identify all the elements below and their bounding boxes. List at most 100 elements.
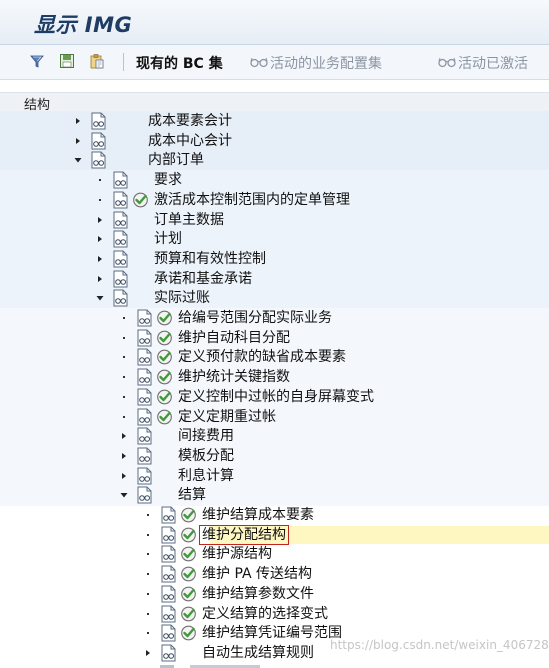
documentation-icon[interactable]: [160, 624, 177, 642]
tree-node[interactable]: 定义预付款的缺省成本要素: [0, 347, 549, 367]
execute-icon[interactable]: [156, 349, 173, 365]
filter-icon[interactable]: [29, 53, 45, 69]
documentation-icon[interactable]: [160, 605, 177, 623]
tree-node[interactable]: 激活成本控制范围内的定单管理: [0, 190, 549, 210]
leaf-bullet-icon: [147, 592, 149, 595]
documentation-icon[interactable]: [112, 270, 129, 288]
documentation-icon[interactable]: [136, 329, 153, 347]
execute-icon[interactable]: [180, 625, 197, 641]
tree-node[interactable]: 实际过账: [0, 288, 549, 308]
tree-node[interactable]: 内部订单: [0, 150, 549, 170]
documentation-icon[interactable]: [136, 348, 153, 366]
tree-node[interactable]: 维护结算参数文件: [0, 584, 549, 604]
expand-arrow-icon[interactable]: [96, 275, 104, 283]
activated-button[interactable]: 活动已激活: [458, 53, 528, 73]
documentation-icon[interactable]: [90, 132, 107, 150]
documentation-icon[interactable]: [136, 309, 153, 327]
tree-node[interactable]: 维护结算成本要素: [0, 505, 549, 525]
tree-node[interactable]: 定义定期重过帐: [0, 407, 549, 427]
documentation-icon[interactable]: [136, 486, 153, 504]
tree-node[interactable]: 承诺和基金承诺: [0, 269, 549, 289]
expand-arrow-icon[interactable]: [74, 117, 82, 125]
toolbar: 现有的 BC 集 活动的业务配置集 活动已激活: [0, 45, 549, 80]
execute-icon[interactable]: [156, 330, 173, 346]
documentation-icon[interactable]: [160, 585, 177, 603]
tree-node-label: 计划: [154, 231, 182, 248]
leaf-bullet-icon: [147, 573, 149, 576]
documentation-icon[interactable]: [160, 506, 177, 524]
tree-node[interactable]: 维护分配结构: [0, 524, 549, 545]
tree-node[interactable]: 维护自动科目分配: [0, 328, 549, 348]
execute-icon[interactable]: [180, 546, 197, 562]
leaf-bullet-icon: [147, 632, 149, 635]
toolbar-separator: [123, 53, 124, 71]
expand-arrow-icon[interactable]: [96, 255, 104, 263]
documentation-icon[interactable]: [112, 289, 129, 307]
tree-node[interactable]: 定义结算的选择变式: [0, 604, 549, 624]
tree-node[interactable]: 维护 PA 传送结构: [0, 564, 549, 584]
active-bc-sets-button[interactable]: 活动的业务配置集: [270, 53, 382, 73]
documentation-icon[interactable]: [160, 545, 177, 563]
execute-icon[interactable]: [156, 310, 173, 326]
leaf-bullet-icon: [123, 336, 125, 339]
execute-icon[interactable]: [180, 586, 197, 602]
execute-icon[interactable]: [180, 507, 197, 523]
execute-icon[interactable]: [180, 566, 197, 582]
documentation-icon[interactable]: [160, 565, 177, 583]
expand-arrow-icon[interactable]: [96, 216, 104, 224]
tree-node[interactable]: 维护源结构: [0, 544, 549, 564]
tree-node[interactable]: 成本要素会计: [0, 111, 549, 131]
tree-node-label: 订单主数据: [154, 211, 224, 228]
documentation-icon[interactable]: [136, 447, 153, 465]
tree-node[interactable]: 预算和有效性控制: [0, 249, 549, 269]
tree-node[interactable]: 要求: [0, 170, 549, 190]
execute-icon[interactable]: [156, 389, 173, 405]
tree-node[interactable]: 结算: [0, 485, 549, 505]
documentation-icon[interactable]: [112, 191, 129, 209]
leaf-bullet-icon: [147, 553, 149, 556]
tree-node[interactable]: 成本中心会计: [0, 131, 549, 151]
expand-arrow-icon[interactable]: [144, 649, 152, 657]
documentation-icon[interactable]: [112, 250, 129, 268]
tree-node[interactable]: 间接费用: [0, 426, 549, 446]
tree-node[interactable]: 维护统计关键指数: [0, 367, 549, 387]
bc-sets-button[interactable]: 现有的 BC 集: [136, 53, 223, 73]
expand-arrow-icon[interactable]: [96, 235, 104, 243]
documentation-icon[interactable]: [136, 408, 153, 426]
documentation-icon[interactable]: [160, 526, 177, 544]
documentation-icon[interactable]: [112, 211, 129, 229]
clipboard-icon[interactable]: [89, 53, 105, 69]
documentation-icon[interactable]: [112, 230, 129, 248]
documentation-icon[interactable]: [160, 644, 177, 662]
tree-node[interactable]: 订单主数据: [0, 210, 549, 230]
collapse-arrow-icon[interactable]: [74, 156, 82, 164]
leaf-bullet-icon: [99, 179, 101, 182]
execute-icon[interactable]: [180, 606, 197, 622]
tree-node-label: 定义定期重过帐: [178, 408, 276, 425]
execute-icon[interactable]: [156, 409, 173, 425]
tree-node[interactable]: 计划: [0, 229, 549, 249]
documentation-icon[interactable]: [136, 368, 153, 386]
execute-icon[interactable]: [156, 369, 173, 385]
tree-node[interactable]: 模板分配: [0, 446, 549, 466]
collapse-arrow-icon[interactable]: [96, 294, 104, 302]
leaf-bullet-icon: [123, 356, 125, 359]
expand-arrow-icon[interactable]: [74, 137, 82, 145]
execute-icon[interactable]: [132, 192, 149, 208]
tree-node[interactable]: 利息计算: [0, 466, 549, 486]
documentation-icon[interactable]: [136, 388, 153, 406]
documentation-icon[interactable]: [136, 427, 153, 445]
documentation-icon[interactable]: [112, 171, 129, 189]
documentation-icon[interactable]: [136, 467, 153, 485]
collapse-arrow-icon[interactable]: [120, 491, 128, 499]
tree-node-label: 承诺和基金承诺: [154, 270, 252, 287]
tree-node[interactable]: 给编号范围分配实际业务: [0, 308, 549, 328]
expand-arrow-icon[interactable]: [120, 452, 128, 460]
documentation-icon[interactable]: [90, 151, 107, 169]
documentation-icon[interactable]: [90, 112, 107, 130]
save-icon[interactable]: [59, 53, 75, 69]
tree-node[interactable]: 定义控制中过帐的自身屏幕变式: [0, 387, 549, 407]
expand-arrow-icon[interactable]: [120, 432, 128, 440]
expand-arrow-icon[interactable]: [120, 472, 128, 480]
execute-icon[interactable]: [180, 527, 197, 543]
